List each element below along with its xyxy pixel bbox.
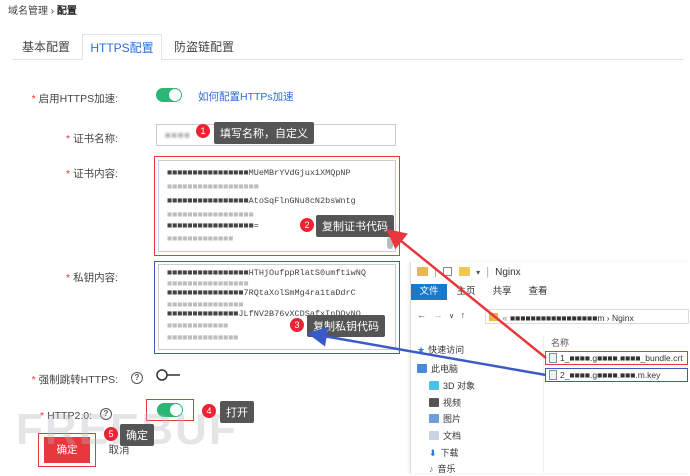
annotation-arrows bbox=[307, 228, 547, 377]
arrow-crt-to-cert bbox=[386, 228, 547, 359]
arrow-key-to-private bbox=[307, 326, 547, 377]
